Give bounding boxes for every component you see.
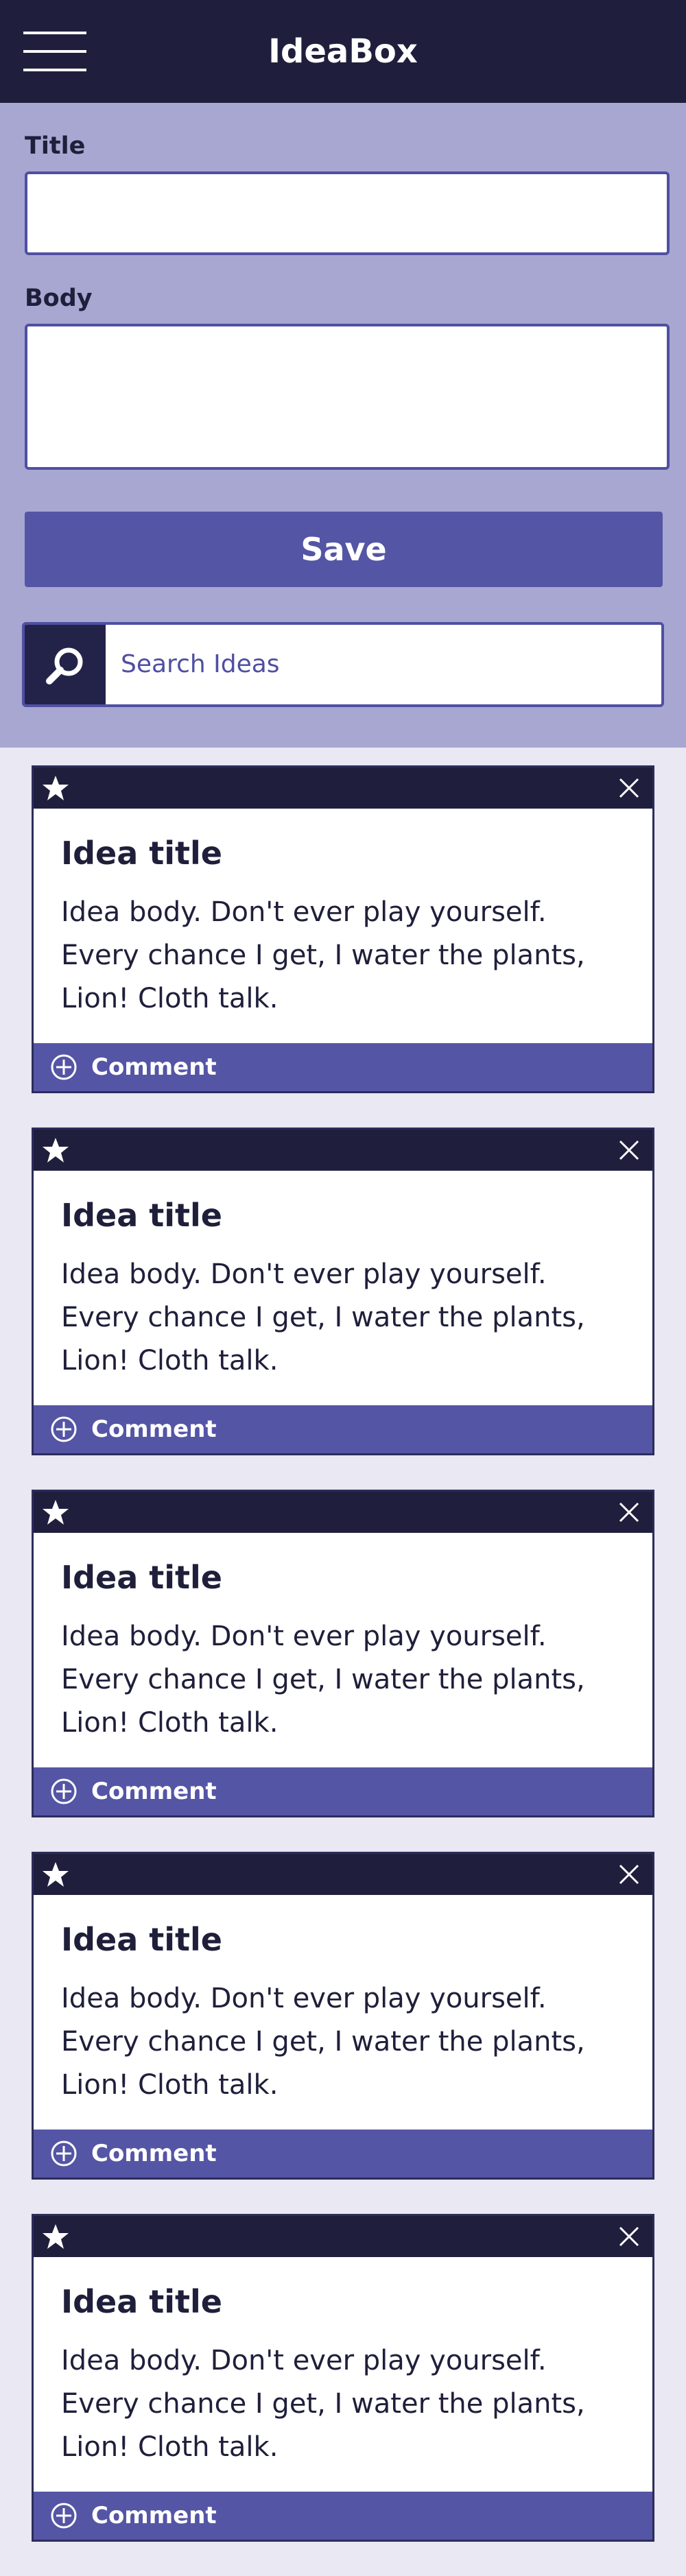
plus-circle-icon (51, 1416, 77, 1442)
idea-body: Idea body. Don't ever play yourself. Eve… (61, 1983, 585, 2101)
comment-button[interactable]: Comment (34, 1767, 652, 1815)
idea-card: Idea title Idea body. Don't ever play yo… (32, 2214, 654, 2542)
star-icon[interactable] (42, 1499, 69, 1526)
plus-circle-icon (51, 1054, 77, 1080)
idea-card: Idea title Idea body. Don't ever play yo… (32, 1128, 654, 1455)
idea-body: Idea body. Don't ever play yourself. Eve… (61, 1621, 585, 1739)
comment-button[interactable]: Comment (34, 1405, 652, 1453)
idea-title: Idea title (61, 2283, 223, 2320)
search-bar[interactable]: Search Ideas (22, 622, 664, 707)
star-icon[interactable] (42, 1136, 69, 1164)
card-toolbar (34, 1854, 652, 1895)
idea-card: Idea title Idea body. Don't ever play yo… (32, 1852, 654, 2180)
plus-circle-icon (51, 1778, 77, 1804)
close-icon[interactable] (618, 1501, 640, 1523)
close-icon[interactable] (618, 1863, 640, 1885)
body-input[interactable] (25, 324, 670, 470)
comment-label: Comment (91, 2502, 217, 2529)
idea-body: Idea body. Don't ever play yourself. Eve… (61, 2345, 585, 2463)
app-header: IdeaBox (0, 0, 686, 103)
star-icon[interactable] (42, 2223, 69, 2250)
idea-body: Idea body. Don't ever play yourself. Eve… (61, 1259, 585, 1376)
idea-card: Idea title Idea body. Don't ever play yo… (32, 1490, 654, 1817)
idea-title: Idea title (61, 1559, 223, 1596)
comment-button[interactable]: Comment (34, 2492, 652, 2540)
idea-title: Idea title (61, 1921, 223, 1958)
comment-button[interactable]: Comment (34, 1043, 652, 1091)
comment-label: Comment (91, 1416, 217, 1443)
star-icon[interactable] (42, 774, 69, 802)
body-label: Body (25, 285, 93, 312)
title-input[interactable] (25, 171, 670, 255)
idea-title: Idea title (61, 1197, 223, 1234)
card-toolbar (34, 1492, 652, 1533)
comment-label: Comment (91, 1053, 217, 1081)
idea-title: Idea title (61, 835, 223, 872)
comment-label: Comment (91, 1778, 217, 1805)
title-label: Title (25, 132, 86, 160)
comment-button[interactable]: Comment (34, 2130, 652, 2178)
plus-circle-icon (51, 2503, 77, 2529)
comment-label: Comment (91, 2140, 217, 2167)
idea-form: Title Body Save Search Ideas (0, 103, 686, 748)
search-input[interactable]: Search Ideas (121, 649, 280, 680)
card-toolbar (34, 767, 652, 809)
app-title: IdeaBox (268, 32, 418, 71)
idea-card: Idea title Idea body. Don't ever play yo… (32, 765, 654, 1093)
star-icon[interactable] (42, 1861, 69, 1888)
plus-circle-icon (51, 2140, 77, 2167)
close-icon[interactable] (618, 777, 640, 799)
save-button[interactable]: Save (25, 512, 663, 587)
search-icon[interactable] (25, 625, 106, 704)
close-icon[interactable] (618, 1139, 640, 1161)
card-toolbar (34, 1130, 652, 1171)
idea-list: Idea title Idea body. Don't ever play yo… (32, 765, 654, 2576)
card-toolbar (34, 2216, 652, 2257)
close-icon[interactable] (618, 2226, 640, 2247)
idea-body: Idea body. Don't ever play yourself. Eve… (61, 896, 585, 1014)
